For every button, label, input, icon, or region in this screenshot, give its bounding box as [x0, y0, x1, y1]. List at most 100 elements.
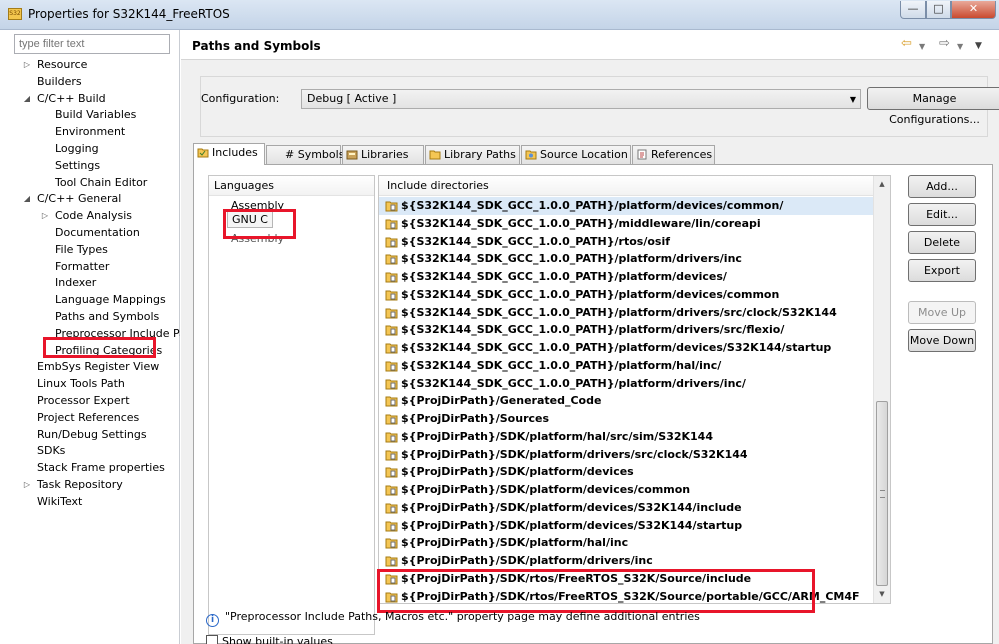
configuration-select[interactable]: Debug [ Active ] ▼: [301, 89, 861, 109]
include-path-row[interactable]: ${S32K144_SDK_GCC_1.0.0_PATH}/platform/h…: [379, 357, 874, 375]
include-path-row[interactable]: ${ProjDirPath}/Generated_Code: [379, 392, 874, 410]
expander-icon[interactable]: ▷: [22, 57, 32, 74]
back-dropdown-icon[interactable]: ▼: [919, 40, 925, 53]
tree-item[interactable]: EmbSys Register View: [0, 359, 180, 376]
tree-item[interactable]: Project References: [0, 410, 180, 427]
include-path-row[interactable]: ${S32K144_SDK_GCC_1.0.0_PATH}/platform/d…: [379, 286, 874, 304]
include-path-text: ${S32K144_SDK_GCC_1.0.0_PATH}/platform/d…: [401, 270, 727, 283]
scroll-up-icon[interactable]: ▲: [874, 176, 890, 193]
tree-item[interactable]: Settings: [0, 158, 180, 175]
include-path-row[interactable]: ${S32K144_SDK_GCC_1.0.0_PATH}/platform/d…: [379, 375, 874, 393]
include-folder-icon: [385, 521, 398, 531]
tree-item[interactable]: Builders: [0, 74, 180, 91]
tree-item[interactable]: ▷ Resource: [0, 57, 180, 74]
include-path-row[interactable]: ${S32K144_SDK_GCC_1.0.0_PATH}/platform/d…: [379, 304, 874, 322]
symbols-icon: [270, 149, 282, 160]
tree-item[interactable]: ▷ Code Analysis: [0, 208, 180, 225]
delete-button[interactable]: Delete: [908, 231, 976, 254]
include-path-row[interactable]: ${ProjDirPath}/SDK/platform/hal/src/sim/…: [379, 428, 874, 446]
tree-item[interactable]: Language Mappings: [0, 292, 180, 309]
tree-item-label: WikiText: [37, 494, 83, 508]
tree-item[interactable]: Tool Chain Editor: [0, 175, 180, 192]
close-button[interactable]: ✕: [951, 1, 996, 19]
tree-item-label: Project References: [37, 410, 140, 424]
include-path-row[interactable]: ${S32K144_SDK_GCC_1.0.0_PATH}/platform/d…: [379, 321, 874, 339]
tree-item[interactable]: Build Variables: [0, 107, 180, 124]
manage-configurations-button[interactable]: Manage Configurations...: [867, 87, 999, 126]
expander-icon[interactable]: ◢: [22, 191, 32, 208]
tab-library-paths[interactable]: Library Paths: [425, 145, 520, 164]
show-builtin-checkbox[interactable]: Show built-in values: [206, 635, 333, 644]
tree-item[interactable]: Paths and Symbols: [0, 309, 180, 326]
include-folder-icon: [385, 308, 398, 318]
tree-item[interactable]: Documentation: [0, 225, 180, 242]
add-button[interactable]: Add...: [908, 175, 976, 198]
include-path-row[interactable]: ${ProjDirPath}/SDK/platform/devices/comm…: [379, 481, 874, 499]
include-path-row[interactable]: ${S32K144_SDK_GCC_1.0.0_PATH}/platform/d…: [379, 339, 874, 357]
include-path-row[interactable]: ${ProjDirPath}/SDK/platform/devices: [379, 463, 874, 481]
include-path-row[interactable]: ${ProjDirPath}/Sources: [379, 410, 874, 428]
forward-dropdown-icon[interactable]: ▼: [957, 40, 963, 53]
back-arrow-icon[interactable]: ⇦: [901, 37, 912, 50]
include-path-row[interactable]: ${ProjDirPath}/SDK/platform/drivers/inc: [379, 552, 874, 570]
tree-item-label: Paths and Symbols: [55, 309, 160, 323]
tree-item[interactable]: ▷ Task Repository: [0, 477, 180, 494]
include-path-row[interactable]: ${S32K144_SDK_GCC_1.0.0_PATH}/rtos/osif: [379, 233, 874, 251]
include-path-row[interactable]: ${ProjDirPath}/SDK/platform/devices/S32K…: [379, 499, 874, 517]
tab-symbols[interactable]: # Symbols: [266, 145, 344, 164]
include-path-row[interactable]: ${ProjDirPath}/SDK/platform/drivers/src/…: [379, 446, 874, 464]
tree-item[interactable]: Linux Tools Path: [0, 376, 180, 393]
tree-item[interactable]: Processor Expert: [0, 393, 180, 410]
scroll-down-icon[interactable]: ▼: [874, 586, 890, 603]
expander-icon[interactable]: ▷: [22, 477, 32, 494]
view-menu-icon[interactable]: ▼: [975, 40, 982, 53]
include-directories-list[interactable]: Include directories ${S32K144_SDK_GCC_1.…: [378, 175, 891, 604]
tab-includes[interactable]: Includes: [193, 143, 265, 165]
include-folder-icon: [385, 325, 398, 336]
move-up-button[interactable]: Move Up: [908, 301, 976, 324]
tree-item-label: Build Variables: [55, 108, 137, 122]
tree-item[interactable]: Logging: [0, 141, 180, 158]
tree-item[interactable]: WikiText: [0, 494, 180, 511]
tree-item-label: Indexer: [55, 276, 97, 290]
expander-icon[interactable]: ▷: [40, 208, 50, 225]
edit-button[interactable]: Edit...: [908, 203, 976, 226]
tree-item[interactable]: Formatter: [0, 259, 180, 276]
tab-label: Library Paths: [444, 148, 516, 161]
include-path-row[interactable]: ${S32K144_SDK_GCC_1.0.0_PATH}/platform/d…: [379, 197, 874, 215]
include-path-row[interactable]: ${S32K144_SDK_GCC_1.0.0_PATH}/platform/d…: [379, 268, 874, 286]
checkbox-icon[interactable]: [206, 635, 218, 644]
include-path-text: ${ProjDirPath}/SDK/platform/devices/S32K…: [401, 518, 743, 532]
vertical-scrollbar[interactable]: ▲ ▼: [873, 176, 890, 603]
include-path-row[interactable]: ${ProjDirPath}/SDK/platform/devices/S32K…: [379, 517, 874, 535]
library-paths-icon: [429, 150, 441, 160]
include-folder-icon: [385, 379, 398, 389]
expander-icon[interactable]: ◢: [22, 91, 32, 108]
include-path-row[interactable]: ${ProjDirPath}/SDK/platform/hal/inc: [379, 534, 874, 552]
move-down-button[interactable]: Move Down: [908, 329, 976, 352]
maximize-button[interactable]: □: [926, 1, 951, 19]
tree-item[interactable]: ◢ C/C++ Build: [0, 91, 180, 108]
tab-label: References: [651, 148, 713, 161]
scroll-thumb[interactable]: [876, 401, 888, 586]
export-button[interactable]: Export: [908, 259, 976, 282]
tab-label: Includes: [212, 146, 258, 159]
tab-source-location[interactable]: Source Location: [521, 145, 631, 164]
tree-item[interactable]: Stack Frame properties: [0, 460, 180, 477]
include-path-text: ${S32K144_SDK_GCC_1.0.0_PATH}/rtos/osif: [401, 234, 671, 248]
tree-item[interactable]: Run/Debug Settings: [0, 427, 180, 444]
tree-item[interactable]: SDKs: [0, 443, 180, 460]
include-path-text: ${ProjDirPath}/SDK/platform/hal/src/sim/…: [401, 429, 713, 443]
languages-list[interactable]: Languages Assembly GNU C Assembly: [208, 175, 375, 635]
tree-item[interactable]: File Types: [0, 242, 180, 259]
minimize-button[interactable]: —: [900, 1, 926, 19]
tree-item[interactable]: Indexer: [0, 275, 180, 292]
include-path-row[interactable]: ${S32K144_SDK_GCC_1.0.0_PATH}/platform/d…: [379, 250, 874, 268]
include-path-row[interactable]: ${S32K144_SDK_GCC_1.0.0_PATH}/middleware…: [379, 215, 874, 233]
tab-references[interactable]: References: [632, 145, 715, 164]
tab-libraries[interactable]: Libraries: [342, 145, 424, 164]
forward-arrow-icon[interactable]: ⇨: [939, 37, 950, 50]
filter-input[interactable]: [14, 34, 170, 54]
tree-item[interactable]: Environment: [0, 124, 180, 141]
tree-item[interactable]: ◢ C/C++ General: [0, 191, 180, 208]
